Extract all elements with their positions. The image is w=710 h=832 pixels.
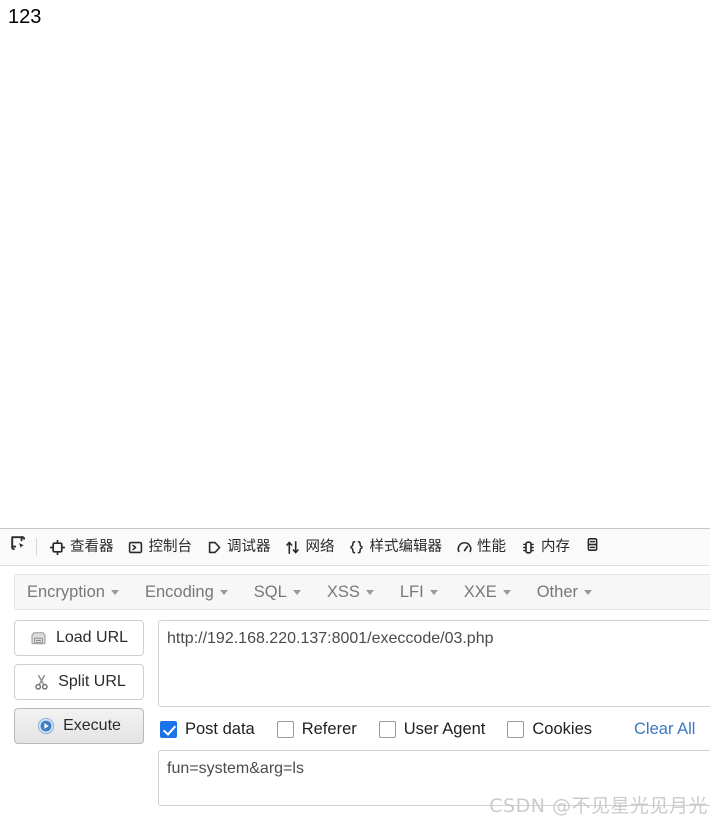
menu-label: XSS bbox=[326, 583, 360, 601]
button-label: Load URL bbox=[55, 629, 129, 646]
hackbar-menu-sql[interactable]: SQL bbox=[254, 582, 314, 602]
chevron-down-icon bbox=[584, 590, 592, 595]
checkbox-label: Post data bbox=[185, 720, 255, 738]
chevron-down-icon bbox=[429, 590, 438, 595]
style-editor-icon bbox=[349, 539, 365, 555]
button-label: Split URL bbox=[58, 673, 126, 690]
devtools-tab-inspector[interactable]: 查看器 bbox=[42, 529, 121, 565]
element-picker-icon bbox=[10, 535, 29, 559]
menu-label: Encoding bbox=[144, 583, 214, 601]
menu-label: Other bbox=[536, 583, 578, 601]
devtools-tab-memory[interactable]: 内存 bbox=[513, 529, 577, 565]
devtools-panel: 查看器 控制台 调试器 网络 样式编辑器 性能 内存 Encryption En… bbox=[0, 528, 710, 832]
checkbox-label: User Agent bbox=[403, 720, 486, 738]
split-url-button[interactable]: Split URL bbox=[14, 664, 144, 700]
storage-icon bbox=[585, 537, 600, 557]
clear-all-link[interactable]: Clear All bbox=[634, 719, 695, 739]
page-output-text: 123 bbox=[8, 6, 42, 28]
devtools-tab-debugger[interactable]: 调试器 bbox=[199, 529, 278, 565]
chevron-down-icon bbox=[502, 590, 511, 595]
chevron-down-icon bbox=[292, 590, 301, 595]
button-label: Execute bbox=[63, 717, 121, 734]
devtools-tab-storage[interactable] bbox=[579, 533, 605, 561]
hackbar-menu-encoding[interactable]: Encoding bbox=[145, 582, 241, 602]
devtools-tab-style-editor[interactable]: 样式编辑器 bbox=[342, 529, 450, 565]
hackbar-fields: http://192.168.220.137:8001/execcode/03.… bbox=[158, 620, 710, 806]
url-input[interactable]: http://192.168.220.137:8001/execcode/03.… bbox=[158, 620, 710, 707]
checkbox-box bbox=[160, 720, 177, 738]
performance-icon bbox=[456, 539, 472, 555]
hackbar-panel: Encryption Encoding SQL XSS LFI XXE Othe… bbox=[0, 566, 710, 832]
menu-label: Encryption bbox=[27, 583, 105, 601]
devtools-toolbar: 查看器 控制台 调试器 网络 样式编辑器 性能 内存 bbox=[0, 529, 710, 566]
post-data-checkbox[interactable]: Post data bbox=[160, 719, 255, 739]
devtools-tab-console[interactable]: 控制台 bbox=[121, 529, 200, 565]
execute-button[interactable]: Execute bbox=[14, 708, 144, 744]
hackbar-menu-other[interactable]: Other bbox=[537, 582, 605, 602]
devtools-tab-label: 调试器 bbox=[227, 539, 271, 555]
chevron-down-icon bbox=[219, 590, 228, 595]
split-url-icon bbox=[32, 673, 50, 691]
hackbar-menu-bar: Encryption Encoding SQL XSS LFI XXE Othe… bbox=[14, 574, 710, 610]
checkbox-box bbox=[507, 720, 525, 738]
devtools-tab-label: 性能 bbox=[477, 539, 506, 555]
checkbox-label: Cookies bbox=[532, 720, 593, 738]
browser-page-content: 123 bbox=[0, 0, 710, 528]
menu-label: XXE bbox=[463, 583, 497, 601]
referer-checkbox[interactable]: Referer bbox=[276, 719, 357, 739]
devtools-tab-label: 查看器 bbox=[70, 539, 114, 555]
menu-label: LFI bbox=[399, 583, 424, 601]
hackbar-menu-xss[interactable]: XSS bbox=[327, 582, 387, 602]
load-url-button[interactable]: Load URL bbox=[14, 620, 144, 656]
console-icon bbox=[128, 539, 144, 555]
hackbar-action-buttons: Load URL Split URL Execute bbox=[14, 620, 154, 744]
cookies-checkbox[interactable]: Cookies bbox=[507, 719, 592, 739]
hackbar-menu-xxe[interactable]: XXE bbox=[464, 582, 524, 602]
inspector-icon bbox=[49, 539, 65, 555]
devtools-tab-label: 控制台 bbox=[148, 539, 193, 555]
devtools-tab-label: 样式编辑器 bbox=[369, 539, 443, 555]
checkbox-box bbox=[378, 720, 396, 738]
devtools-tab-label: 内存 bbox=[541, 539, 570, 555]
hackbar-body: Load URL Split URL Execute http://192.16… bbox=[14, 620, 710, 806]
hackbar-options-row: Post data Referer User Agent Cookies Cle… bbox=[160, 712, 710, 746]
hackbar-menu-encryption[interactable]: Encryption bbox=[27, 582, 132, 602]
devtools-tab-label: 网络 bbox=[305, 539, 335, 555]
post-data-input[interactable]: fun=system&arg=ls bbox=[158, 750, 710, 806]
user-agent-checkbox[interactable]: User Agent bbox=[378, 719, 486, 739]
debugger-icon bbox=[206, 539, 222, 555]
execute-icon bbox=[37, 717, 55, 735]
memory-icon bbox=[520, 539, 536, 555]
hackbar-menu-lfi[interactable]: LFI bbox=[400, 582, 451, 602]
checkbox-box bbox=[276, 720, 294, 738]
network-icon bbox=[285, 539, 301, 555]
chevron-down-icon bbox=[365, 590, 374, 595]
chevron-down-icon bbox=[110, 590, 119, 595]
element-picker-button[interactable] bbox=[4, 533, 34, 561]
toolbar-divider bbox=[36, 538, 37, 556]
devtools-tab-network[interactable]: 网络 bbox=[278, 529, 342, 565]
menu-label: SQL bbox=[253, 583, 287, 601]
devtools-tab-performance[interactable]: 性能 bbox=[449, 529, 513, 565]
checkbox-label: Referer bbox=[301, 720, 357, 738]
load-url-icon bbox=[30, 629, 48, 647]
